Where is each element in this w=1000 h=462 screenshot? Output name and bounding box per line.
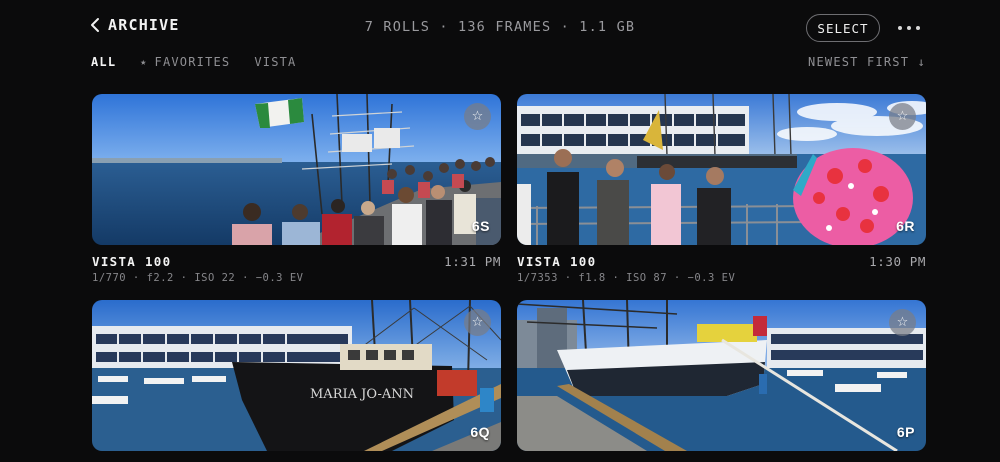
filter-favorites[interactable]: ★ FAVORITES [140,55,230,69]
filter-favorites-label: FAVORITES [154,55,231,69]
roll-thumbnail[interactable]: ☆ 6P [517,300,926,451]
roll-code: 6Q [470,424,490,440]
sort-dropdown[interactable]: NEWEST FIRST ↓ [808,55,926,69]
sort-label: NEWEST FIRST ↓ [808,55,926,69]
star-icon: ☆ [896,315,909,330]
roll-code: 6R [896,218,915,234]
more-options-icon[interactable] [898,18,920,38]
favorite-star-button[interactable]: ☆ [464,103,491,130]
roll-code: 6P [896,424,915,440]
roll-code: 6S [471,218,490,234]
top-bar: ARCHIVE 7 ROLLS · 136 FRAMES · 1.1 GB SE… [0,0,1000,56]
roll-thumbnail[interactable]: ☆ 6R [517,94,926,245]
boat-name: MARIA JO-ANN [310,387,414,402]
roll-thumbnail[interactable]: ☆ 6S [92,94,501,245]
filter-vista[interactable]: VISTA [254,55,296,69]
harbor-photo [517,300,926,451]
favorite-star-button[interactable]: ☆ [464,309,491,336]
filter-all-label: ALL [91,55,117,69]
filter-tabs: ALL ★ FAVORITES VISTA [91,55,320,69]
roll-thumbnail[interactable]: MARIA JO-ANN ☆ 6Q [92,300,501,451]
harbor-photo [517,94,926,245]
filter-vista-label: VISTA [254,55,297,69]
favorite-star-button[interactable]: ☆ [889,309,916,336]
select-button[interactable]: SELECT [806,14,880,42]
star-icon: ★ [140,56,148,68]
film-name: VISTA 100 [517,254,597,269]
film-name: VISTA 100 [92,254,172,269]
filter-all[interactable]: ALL [91,55,116,69]
star-icon: ☆ [471,109,484,124]
favorite-star-button[interactable]: ☆ [889,103,916,130]
roll-time: 1:30 PM [869,254,926,269]
star-icon: ☆ [896,109,909,124]
star-icon: ☆ [471,315,484,330]
harbor-photo: MARIA JO-ANN [92,300,501,451]
exif-details: 1/770 · f2.2 · ISO 22 · −0.3 EV [92,272,304,284]
harbor-photo [92,94,501,245]
exif-details: 1/7353 · f1.8 · ISO 87 · −0.3 EV [517,272,736,284]
roll-time: 1:31 PM [444,254,501,269]
